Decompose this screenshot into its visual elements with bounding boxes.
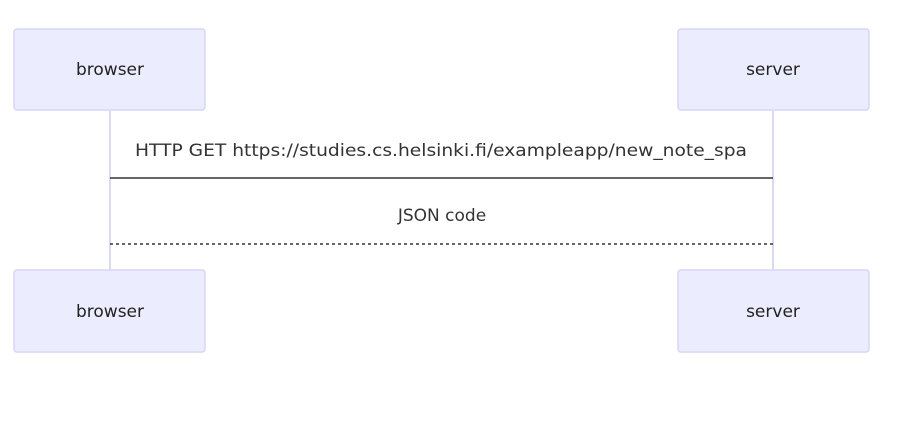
browser-actor-bottom-label: browser (76, 302, 144, 322)
browser-actor-top-label: browser (76, 60, 144, 80)
message-request: HTTP GET https://studies.cs.helsinki.fi/… (110, 141, 773, 179)
browser-actor-bottom: browser (13, 269, 206, 353)
server-actor-bottom-label: server (746, 302, 800, 322)
message-response-label: JSON code (397, 206, 486, 226)
server-actor-top: server (677, 28, 870, 111)
browser-actor-top: browser (13, 28, 206, 111)
sequence-diagram: browser server HTTP GET https://studies.… (13, 28, 870, 353)
server-actor-top-label: server (746, 60, 800, 80)
message-response: JSON code (110, 206, 773, 245)
server-actor-bottom: server (677, 269, 870, 353)
message-request-label: HTTP GET https://studies.cs.helsinki.fi/… (135, 141, 747, 161)
